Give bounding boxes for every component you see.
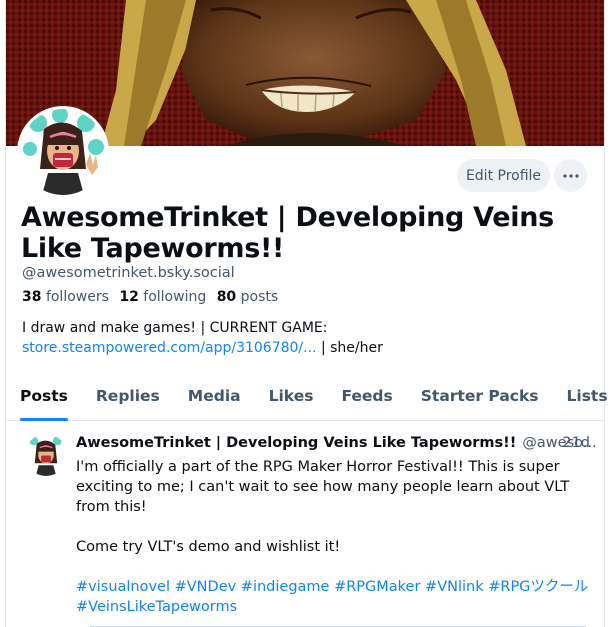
post-hashtags[interactable]: #visualnovel #VNDev #indiegame #RPGMaker…	[76, 577, 596, 617]
tab-likes[interactable]: Likes	[255, 376, 328, 420]
more-options-button[interactable]	[554, 159, 587, 192]
posts-label: posts	[240, 289, 279, 305]
display-name: AwesomeTrinket | Developing Veins Like T…	[21, 202, 554, 264]
hashtags-line-1[interactable]: #visualnovel #VNDev #indiegame #RPGMaker…	[76, 579, 588, 595]
post-author-avatar[interactable]	[25, 434, 67, 476]
tab-feeds[interactable]: Feeds	[327, 376, 406, 420]
posts-count: 80	[216, 289, 237, 305]
feed-post[interactable]: AwesomeTrinket | Developing Veins Like T…	[6, 421, 604, 627]
followers-link[interactable]: 38 followers	[22, 289, 109, 305]
bio-line-2: store.steampowered.com/app/3106780/... |…	[22, 338, 592, 358]
profile-tabs: Posts Replies Media Likes Feeds Starter …	[6, 376, 608, 421]
post-paragraph-1: I'm officially a part of the RPG Maker H…	[76, 459, 570, 515]
right-border	[604, 0, 605, 627]
following-label: following	[143, 289, 207, 305]
ellipsis-icon	[562, 173, 579, 178]
post-body: I'm officially a part of the RPG Maker H…	[76, 457, 596, 617]
post-header: AwesomeTrinket | Developing Veins Like T…	[76, 435, 597, 451]
bio-line-1: I draw and make games! | CURRENT GAME:	[22, 320, 328, 336]
profile-handle: @awesometrinket.bsky.social	[22, 265, 235, 281]
profile-page: Edit Profile AwesomeTrinket | Developing…	[0, 0, 615, 627]
hashtags-line-2[interactable]: #VeinsLikeTapeworms	[76, 599, 237, 615]
bio-pronouns: | she/her	[316, 340, 383, 356]
post-paragraph-2: Come try VLT's demo and wishlist it!	[76, 539, 341, 555]
post-author-name[interactable]: AwesomeTrinket | Developing Veins Like T…	[76, 435, 516, 451]
bio-link[interactable]: store.steampowered.com/app/3106780/...	[22, 340, 317, 356]
profile-bio: I draw and make games! | CURRENT GAME: s…	[22, 318, 592, 358]
followers-count: 38	[22, 289, 42, 305]
profile-avatar[interactable]	[17, 106, 109, 198]
tab-replies[interactable]: Replies	[82, 376, 174, 420]
post-timestamp[interactable]: · 21d	[553, 435, 590, 451]
following-count: 12	[119, 289, 139, 305]
posts-stat: 80 posts	[217, 289, 278, 305]
avatar-image	[20, 109, 106, 195]
profile-stats: 38 followers 12 following 80 posts	[22, 289, 284, 305]
tab-media[interactable]: Media	[174, 376, 255, 420]
followers-label: followers	[45, 289, 109, 305]
tab-starter-packs[interactable]: Starter Packs	[407, 376, 553, 420]
following-link[interactable]: 12 following	[119, 289, 206, 305]
edit-profile-button[interactable]: Edit Profile	[457, 159, 550, 192]
tab-posts[interactable]: Posts	[6, 376, 82, 421]
tab-lists[interactable]: Lists	[553, 376, 615, 420]
